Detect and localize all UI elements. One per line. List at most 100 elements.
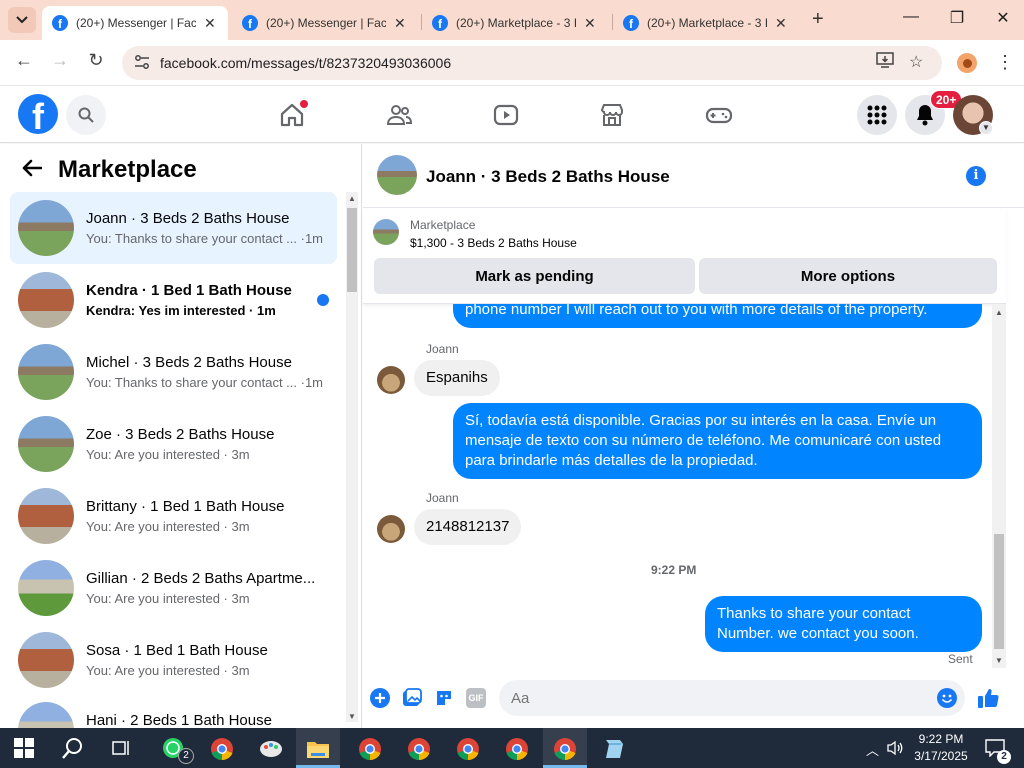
chat-panel: Joann · 3 Beds 2 Baths House i Marketpla… — [363, 144, 1024, 728]
message-input-container[interactable] — [499, 680, 965, 716]
browser-tab-4[interactable]: f (20+) Marketplace - 3 I ✕ — [613, 6, 799, 40]
sender-avatar[interactable] — [377, 515, 405, 543]
show-hidden-icons-chevron-icon[interactable]: ︿ — [866, 740, 879, 759]
conversation-item-michel[interactable]: Michel · 3 Beds 2 Baths House You: Thank… — [10, 336, 337, 408]
chat-title[interactable]: Joann · 3 Beds 2 Baths House — [426, 167, 670, 187]
sticker-icon[interactable] — [434, 688, 454, 708]
conversation-item-hani[interactable]: Hani · 2 Beds 1 Bath House — [10, 696, 337, 728]
paint-app-icon[interactable] — [258, 736, 284, 762]
browser-tab-1[interactable]: f (20+) Messenger | Face ✕ — [42, 6, 228, 40]
chrome-icon[interactable] — [209, 736, 235, 762]
thumbs-up-icon[interactable] — [977, 687, 999, 709]
close-tab-icon[interactable]: ✕ — [394, 15, 406, 32]
conversation-snippet: You: Are you interested · 3m — [86, 447, 250, 462]
gif-icon[interactable]: GIF — [466, 688, 486, 708]
marketplace-listing-banner: Marketplace $1,300 - 3 Beds 2 Baths Hous… — [363, 209, 1006, 304]
chrome-profile-icon[interactable] — [552, 736, 578, 762]
chat-listing-thumbnail[interactable] — [377, 155, 417, 195]
back-arrow-icon[interactable] — [22, 157, 58, 183]
sidebar-scrollbar[interactable]: ▲ ▼ — [346, 192, 358, 722]
windows-start-icon[interactable] — [14, 738, 34, 758]
restore-window-icon[interactable]: ❐ — [942, 8, 972, 28]
listing-thumbnail[interactable] — [373, 219, 399, 245]
close-tab-icon[interactable]: ✕ — [775, 15, 787, 32]
scroll-down-arrow-icon[interactable]: ▼ — [995, 656, 1003, 665]
conversation-item-joann[interactable]: Joann · 3 Beds 2 Baths House You: Thanks… — [10, 192, 337, 264]
conversation-name: Joann · 3 Beds 2 Baths House — [86, 210, 290, 227]
conversation-snippet: Kendra: Yes im interested · 1m — [86, 303, 276, 318]
marketplace-icon[interactable] — [598, 101, 626, 129]
search-button[interactable] — [66, 95, 106, 135]
conversation-snippet: You: Thanks to share your contact ... ·1… — [86, 231, 324, 246]
scroll-up-arrow-icon[interactable]: ▲ — [995, 308, 1003, 317]
more-options-button[interactable]: More options — [699, 258, 997, 294]
listing-label: Marketplace — [410, 218, 476, 232]
chrome-profile-icon[interactable] — [455, 736, 481, 762]
tab-search-button[interactable] — [8, 7, 36, 33]
chat-header: Joann · 3 Beds 2 Baths House i — [363, 144, 1024, 208]
listing-price-title[interactable]: $1,300 - 3 Beds 2 Baths House — [410, 236, 577, 250]
scroll-down-arrow-icon[interactable]: ▼ — [348, 712, 356, 721]
menu-button[interactable] — [857, 95, 897, 135]
sidebar-title: Marketplace — [58, 156, 197, 183]
notes-app-icon[interactable] — [601, 736, 627, 762]
browser-menu-icon[interactable]: ⋮ — [996, 52, 1014, 73]
task-view-icon[interactable] — [111, 738, 131, 758]
site-info-icon[interactable] — [134, 54, 156, 72]
file-explorer-icon[interactable] — [305, 736, 331, 762]
gaming-icon[interactable] — [705, 101, 733, 129]
reload-icon[interactable]: ↻ — [84, 50, 108, 71]
windows-taskbar: 2 ︿ 9:22 PM 3/17/2025 2 — [0, 728, 1024, 768]
bookmark-star-icon[interactable]: ☆ — [909, 52, 923, 72]
browser-tab-3[interactable]: f (20+) Marketplace - 3 I ✕ — [422, 6, 608, 40]
close-tab-icon[interactable]: ✕ — [584, 15, 596, 32]
conversation-item-zoe[interactable]: Zoe · 3 Beds 2 Baths House You: Are you … — [10, 408, 337, 480]
browser-tab-bar: f (20+) Messenger | Face ✕ f (20+) Messe… — [0, 0, 1024, 40]
message-input[interactable] — [499, 680, 919, 716]
listing-thumbnail — [18, 560, 74, 616]
forward-arrow-icon[interactable]: → — [48, 50, 72, 71]
chrome-profile-icon[interactable] — [406, 736, 432, 762]
conversation-item-brittany[interactable]: Brittany · 1 Bed 1 Bath House You: Are y… — [10, 480, 337, 552]
conversation-item-gillian[interactable]: Gillian · 2 Beds 2 Baths Apartme... You:… — [10, 552, 337, 624]
scrollbar-thumb[interactable] — [994, 534, 1004, 649]
facebook-logo-icon[interactable]: f — [18, 94, 58, 134]
tab-title: (20+) Marketplace - 3 I — [456, 16, 576, 30]
sender-name: Joann — [426, 342, 459, 356]
chrome-profile-icon[interactable] — [504, 736, 530, 762]
chrome-profile-icon[interactable] — [357, 736, 383, 762]
address-bar[interactable]: facebook.com/messages/t/8237320493036006 — [122, 46, 942, 80]
listing-thumbnail — [18, 416, 74, 472]
mark-as-pending-button[interactable]: Mark as pending — [374, 258, 695, 294]
browser-toolbar: ← → ↻ facebook.com/messages/t/8237320493… — [0, 40, 1024, 86]
speaker-icon[interactable] — [887, 740, 903, 756]
scroll-up-arrow-icon[interactable]: ▲ — [348, 194, 356, 203]
chevron-down-icon[interactable]: ▼ — [979, 121, 993, 135]
browser-profile-icon[interactable] — [957, 53, 977, 73]
minimize-window-icon[interactable]: — — [896, 8, 926, 26]
emoji-icon[interactable] — [937, 688, 957, 708]
tab-title: (20+) Messenger | Face — [266, 16, 386, 30]
video-icon[interactable] — [492, 101, 520, 129]
close-window-icon[interactable]: ✕ — [988, 8, 1018, 28]
outgoing-message: Thanks to share your contact Number. we … — [705, 596, 982, 652]
incoming-message: 2148812137 — [414, 509, 522, 545]
browser-tab-2[interactable]: f (20+) Messenger | Face ✕ — [232, 6, 418, 40]
conversation-item-kendra[interactable]: Kendra · 1 Bed 1 Bath House Kendra: Yes … — [10, 264, 337, 336]
conversation-item-sosa[interactable]: Sosa · 1 Bed 1 Bath House You: Are you i… — [10, 624, 337, 696]
close-tab-icon[interactable]: ✕ — [204, 15, 216, 32]
search-icon[interactable] — [62, 737, 84, 759]
install-app-icon[interactable] — [876, 52, 894, 73]
friends-icon[interactable] — [385, 101, 413, 129]
sender-avatar[interactable] — [377, 366, 405, 394]
system-clock[interactable]: 9:22 PM 3/17/2025 — [906, 731, 976, 765]
photo-icon[interactable] — [402, 688, 422, 708]
info-icon[interactable]: i — [966, 166, 986, 186]
scrollbar-thumb[interactable] — [347, 208, 357, 292]
conversation-snippet: You: Are you interested · 3m — [86, 663, 250, 678]
plus-circle-icon[interactable] — [370, 688, 390, 708]
bell-icon — [917, 105, 933, 126]
back-arrow-icon[interactable]: ← — [12, 50, 36, 71]
new-tab-plus-icon[interactable]: + — [812, 8, 824, 31]
chat-scrollbar[interactable]: ▲ ▼ — [992, 304, 1006, 668]
